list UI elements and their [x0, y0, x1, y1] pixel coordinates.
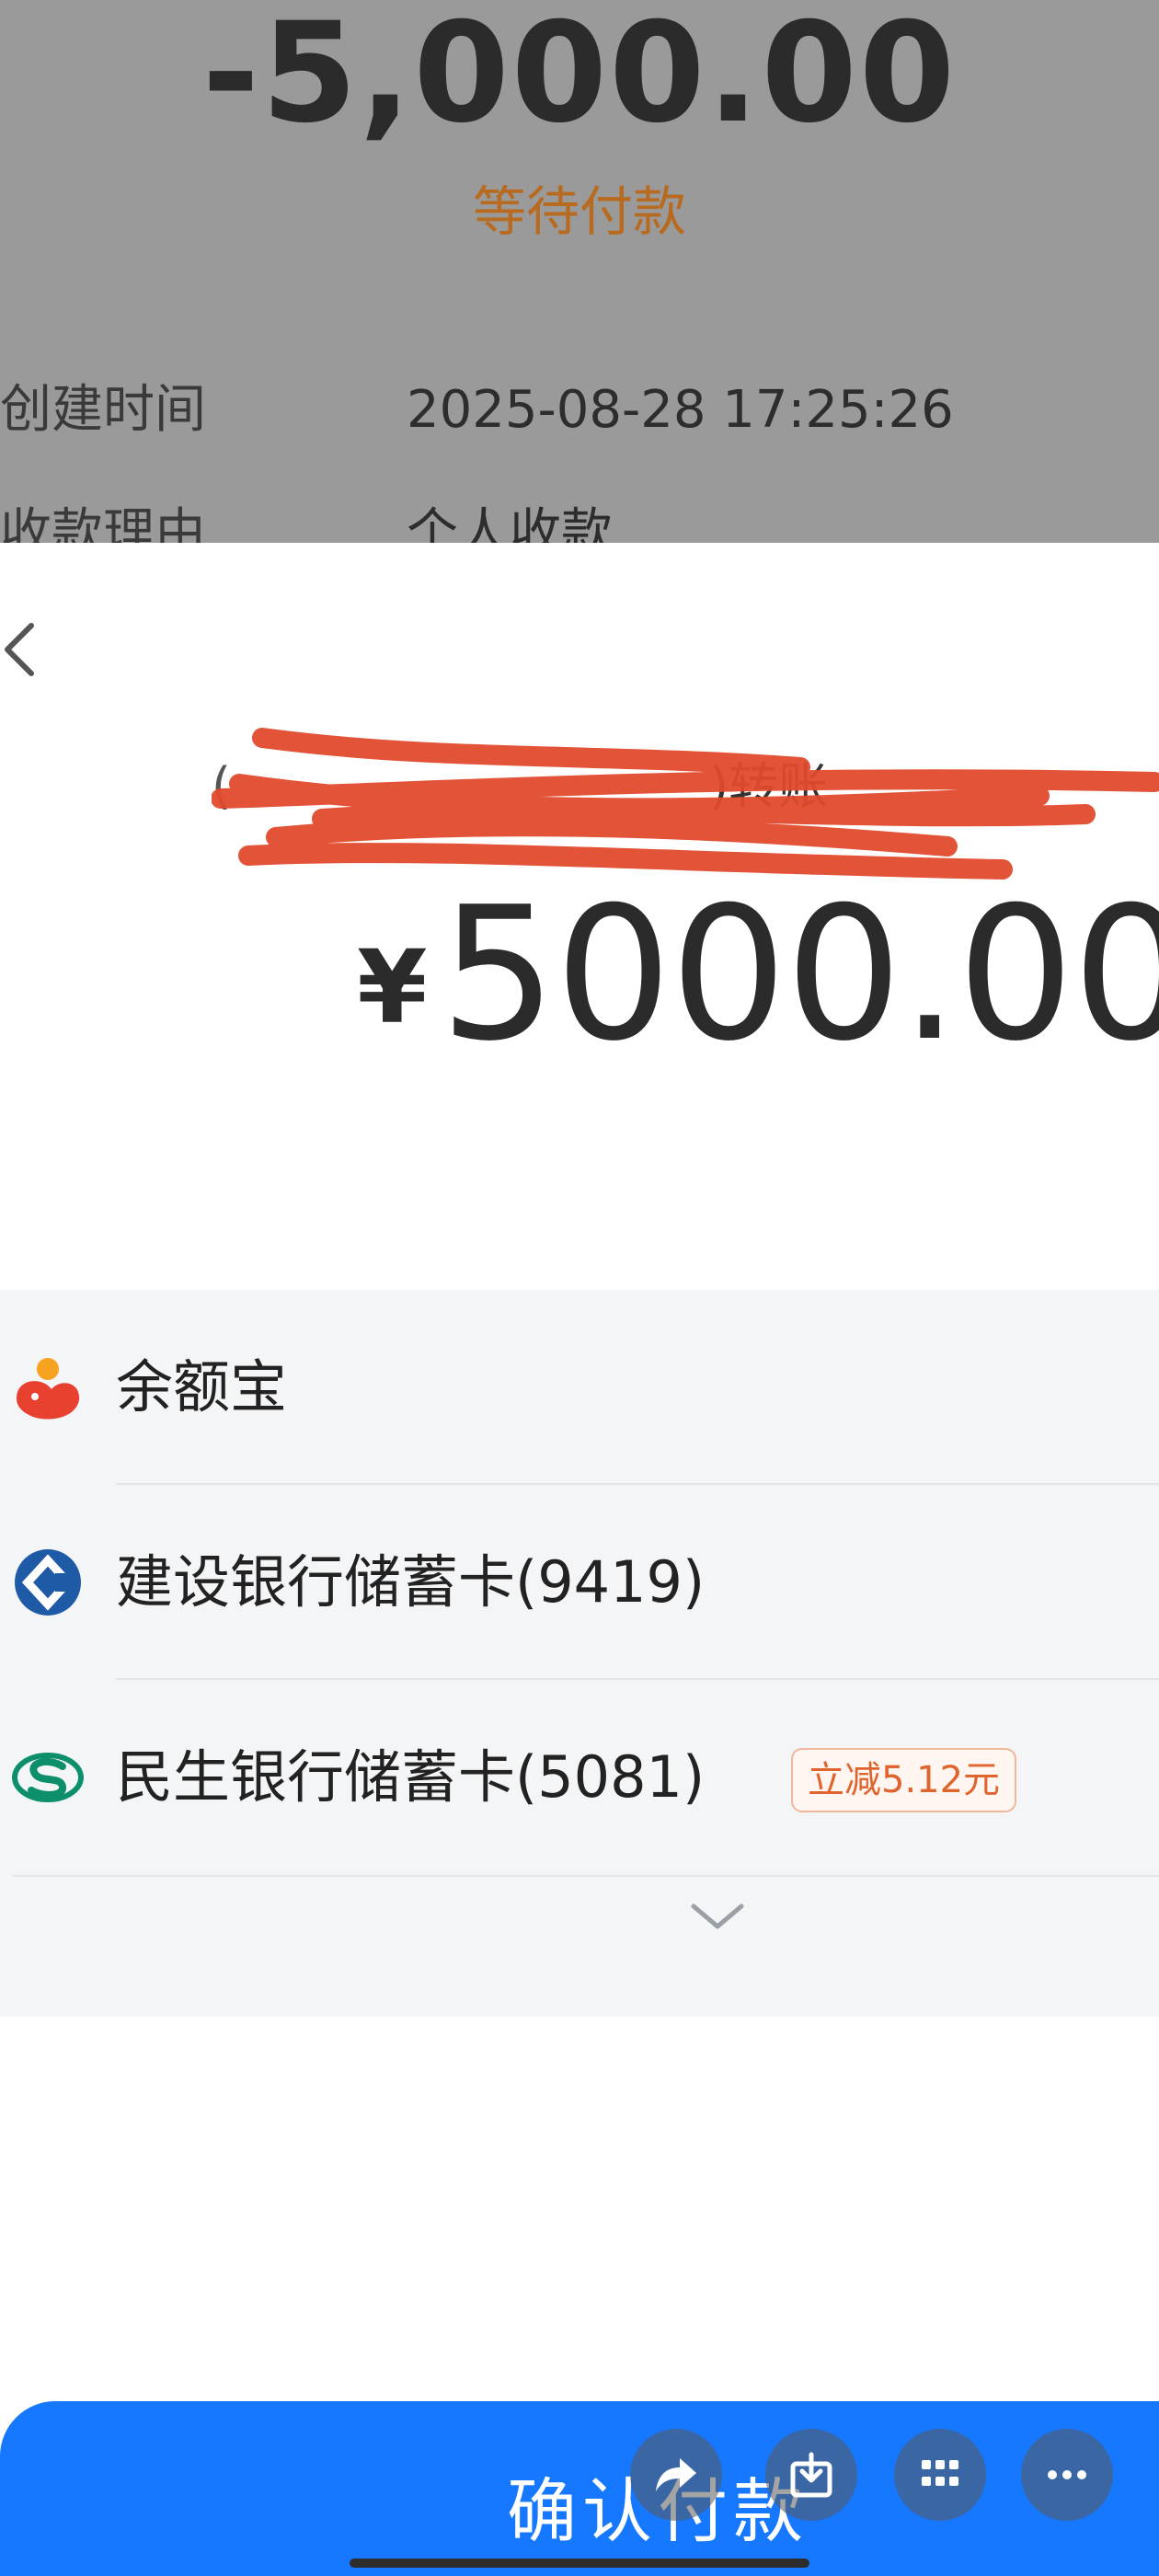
cmbc-bank-icon [12, 1753, 84, 1802]
grid-icon [922, 2460, 958, 2486]
apps-grid-button[interactable] [894, 2429, 986, 2521]
back-button[interactable] [0, 602, 55, 694]
payee-name: ( [212, 757, 232, 815]
order-status: 等待付款 [472, 180, 686, 243]
method-label: 民生银行储蓄卡(5081) [116, 1743, 706, 1811]
payment-method-list: 余额宝 建设银行储蓄卡(9419) 民生银行储蓄卡(5081) 立减5.12元 [0, 1290, 1159, 2017]
expand-methods-button[interactable] [681, 1888, 754, 1943]
ccb-bank-icon [15, 1549, 81, 1616]
chevron-left-icon [5, 623, 34, 676]
payee-suffix: )转账 [709, 757, 829, 815]
download-icon [790, 2452, 832, 2498]
divider [13, 1875, 1159, 1877]
currency-symbol: ¥ [357, 928, 428, 1046]
more-icon [1048, 2470, 1086, 2479]
home-indicator [350, 2559, 809, 2568]
share-button[interactable] [630, 2429, 722, 2521]
reason-label: 收款理由 [0, 503, 206, 543]
yuebao-icon [17, 1358, 80, 1420]
download-button[interactable] [765, 2429, 857, 2521]
method-cmbc[interactable]: 民生银行储蓄卡(5081) 立减5.12元 [0, 1680, 1159, 1875]
created-time-label: 创建时间 [0, 380, 206, 440]
reason-value: 个人收款 [407, 503, 613, 543]
chevron-down-icon [691, 1903, 744, 1929]
method-yuebao[interactable]: 余额宝 [0, 1290, 1159, 1485]
method-label: 余额宝 [116, 1353, 288, 1420]
confirm-payment-button[interactable]: 确认付款 [0, 2401, 1159, 2576]
background-order-page: -5,000.00 等待付款 创建时间 2025-08-28 17:25:26 … [0, 0, 1159, 543]
created-time-value: 2025-08-28 17:25:26 [407, 380, 954, 440]
more-button[interactable] [1021, 2429, 1113, 2521]
payment-amount: 5000.00 [440, 868, 1159, 1082]
order-amount: -5,000.00 [201, 0, 958, 154]
method-ccb[interactable]: 建设银行储蓄卡(9419) [0, 1485, 1159, 1680]
promo-badge: 立减5.12元 [791, 1748, 1017, 1812]
payee-line: ( )转账 [212, 754, 1113, 819]
payment-sheet: ( )转账 ¥ 5000.00 余额宝 建设银行储蓄卡(9419) 民生银行储蓄卡… [0, 543, 1159, 2576]
method-label: 建设银行储蓄卡(9419) [116, 1548, 706, 1616]
share-icon [656, 2458, 696, 2491]
